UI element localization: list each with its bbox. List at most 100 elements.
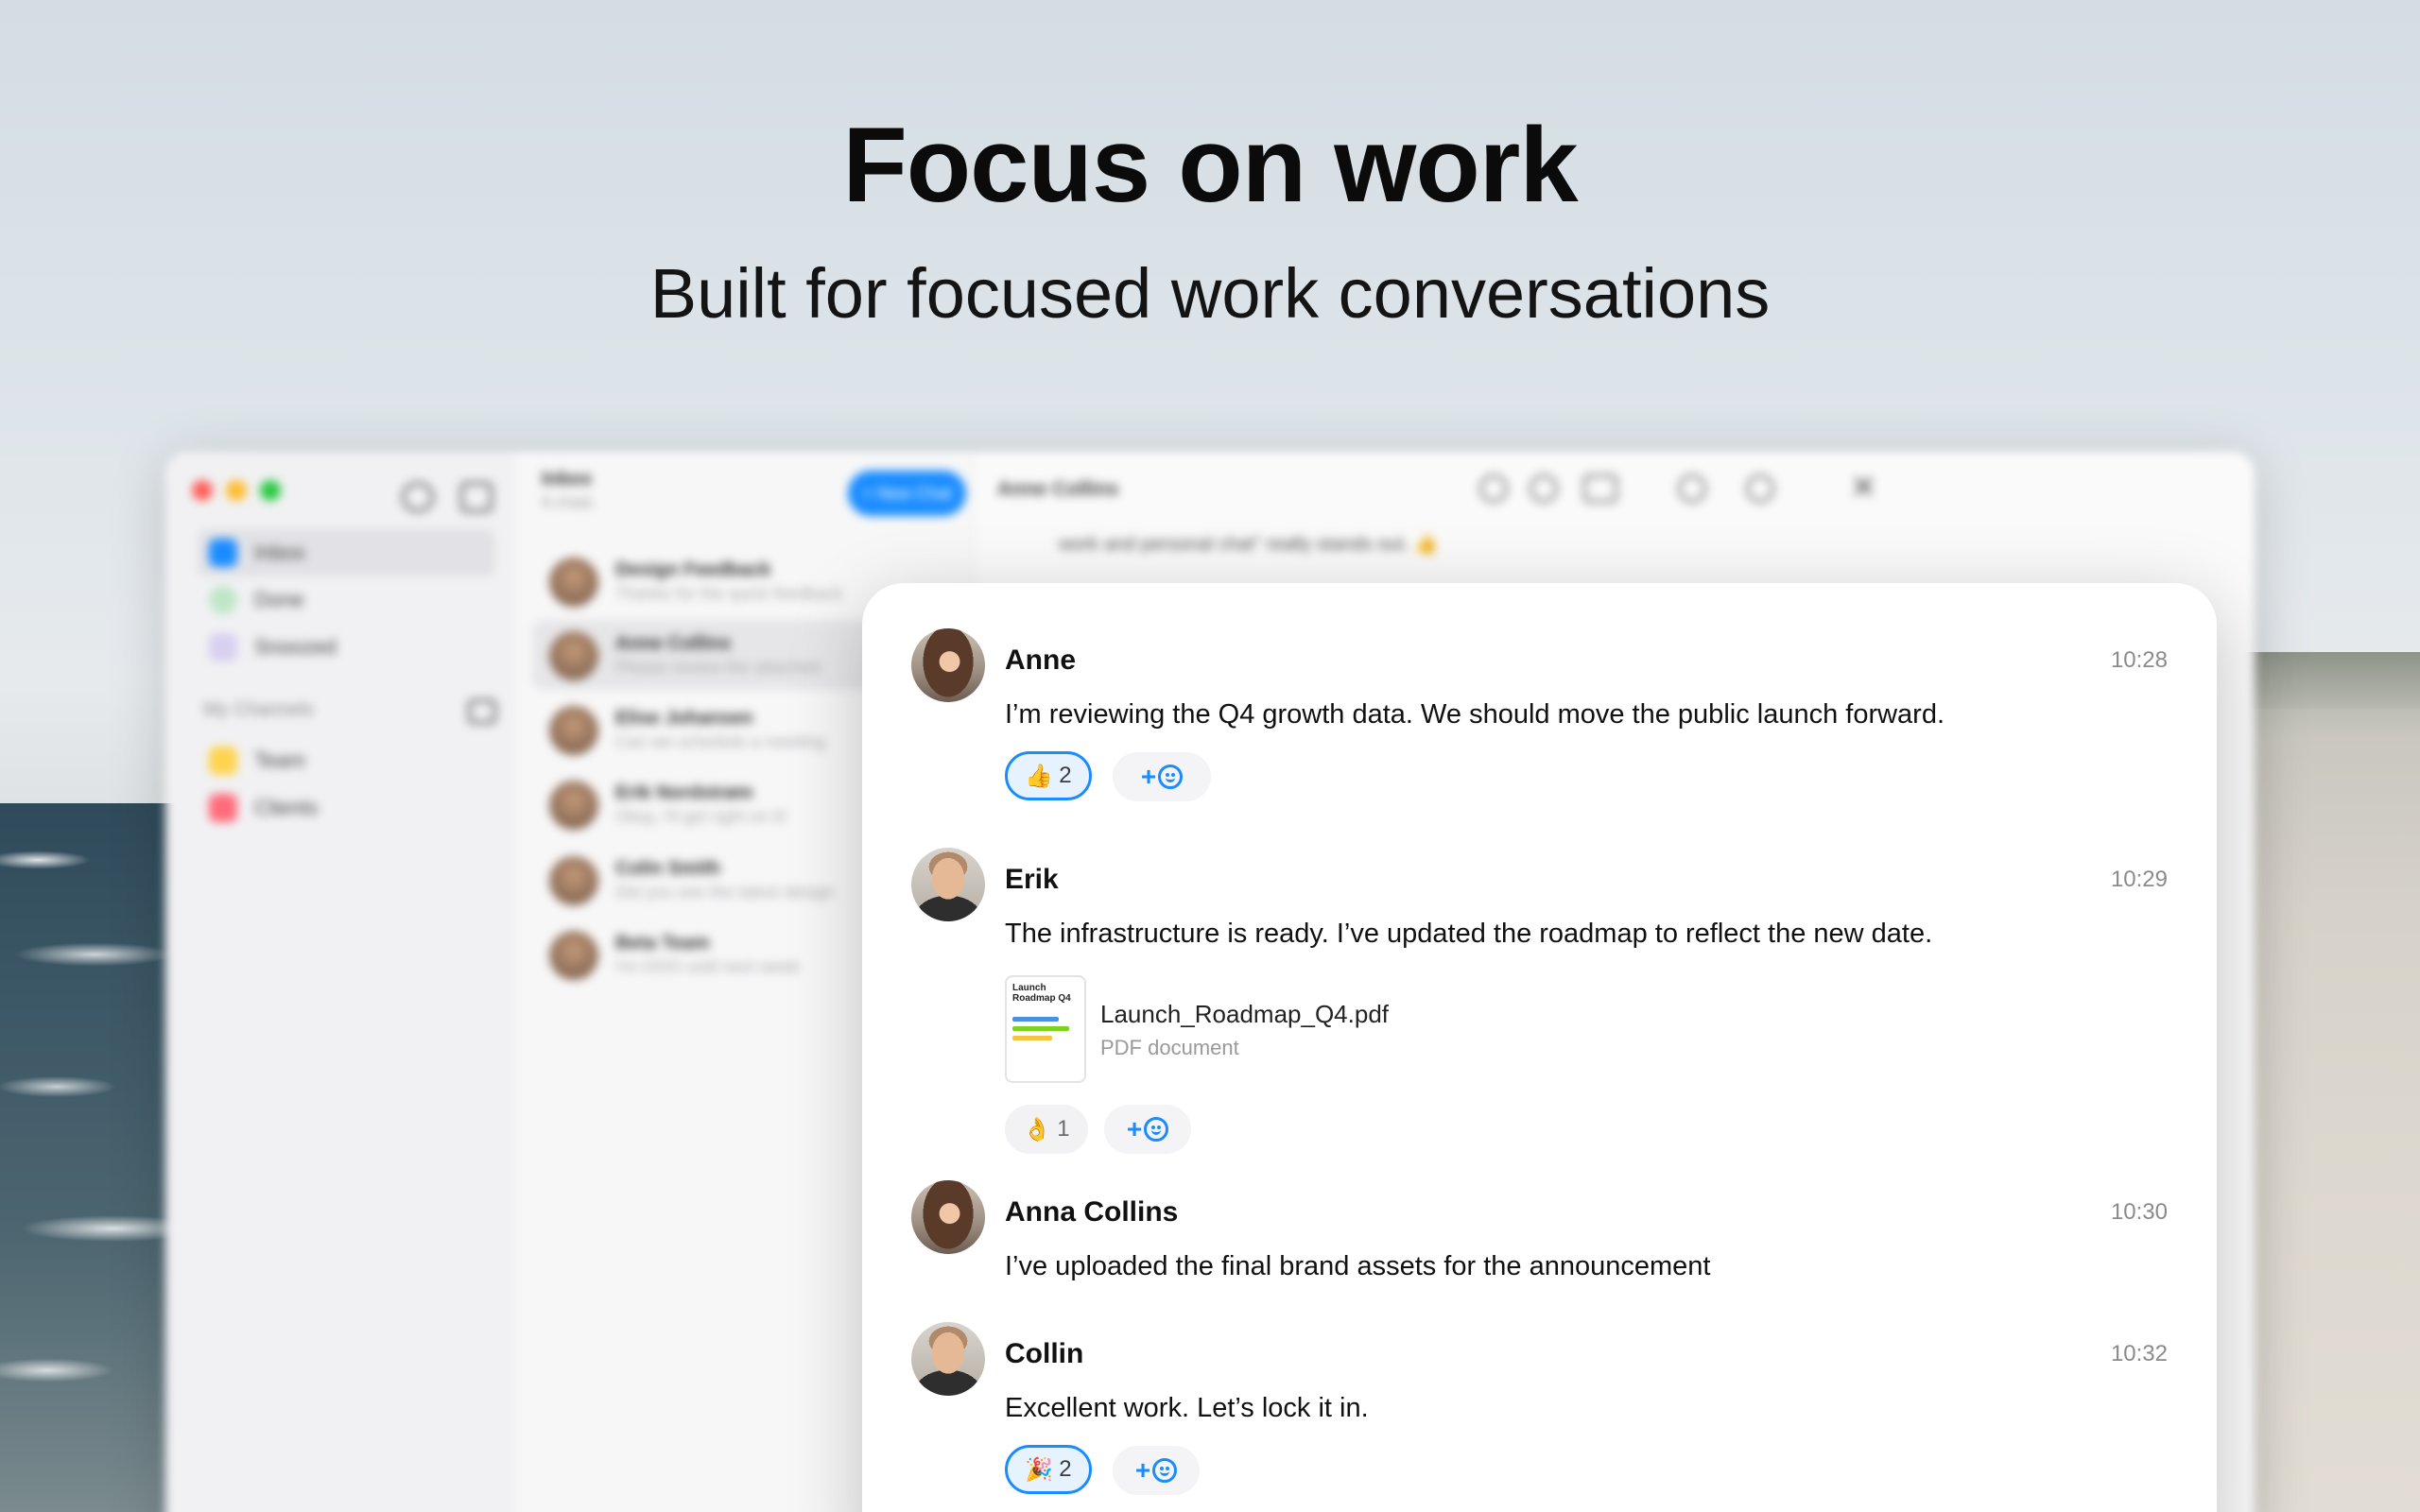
inbox-icon (209, 539, 237, 567)
done-icon (209, 586, 237, 614)
reaction-ok-hand[interactable]: 👌 1 (1005, 1105, 1088, 1154)
conversation-snippet: work and personal chat" really stands ou… (1059, 534, 1439, 555)
add-reaction-button[interactable]: + (1104, 1105, 1191, 1154)
ok-hand-icon: 👌 (1023, 1116, 1052, 1143)
sidebar-item-label: Snoozed (254, 635, 337, 659)
file-name: Launch_Roadmap_Q4.pdf (1100, 1000, 1390, 1028)
avatar (549, 931, 598, 980)
reaction-count: 2 (1059, 1456, 1072, 1482)
smile-icon (1158, 765, 1184, 789)
thumb-bar (1012, 1017, 1059, 1022)
sidebar-item-done[interactable]: Done (198, 576, 495, 624)
new-channel-icon[interactable] (468, 699, 496, 724)
snoozed-icon (209, 633, 237, 662)
chat-preview: I'm OOO until next week (615, 957, 800, 976)
sidebar-item-label: Clients (254, 796, 319, 819)
message-time: 10:32 (2110, 1341, 2168, 1366)
conversation-title: Anne Collins (997, 478, 1119, 500)
check-icon[interactable] (1479, 474, 1508, 503)
thumbs-up-icon: 👍 (1025, 763, 1054, 789)
sidebar: Inbox Done Snoozed My Channels Team Clie… (165, 452, 516, 1512)
message-text: The infrastructure is ready. I’ve update… (1005, 919, 1933, 949)
file-thumbnail-title: Launch Roadmap Q4 (1012, 983, 1071, 1004)
chat-preview: Did you see the latest design (615, 883, 835, 902)
smile-icon (1144, 1117, 1169, 1142)
message: Anne 10:28 I’m reviewing the Q4 growth d… (911, 628, 2168, 817)
file-type: PDF document (1100, 1036, 1239, 1059)
chat-list-count: 6 chats (542, 493, 594, 511)
file-attachment[interactable]: Launch Roadmap Q4 Launch_Roadmap_Q4.pdf … (1005, 975, 1496, 1085)
avatar (549, 558, 598, 607)
message: Erik 10:29 The infrastructure is ready. … (911, 848, 2168, 1154)
sidebar-item-label: Team (254, 748, 305, 772)
add-reaction-button[interactable]: + (1113, 1446, 1200, 1495)
chat-name: Colin Smith (615, 858, 721, 879)
close-icon[interactable]: ✕ (1850, 469, 1877, 507)
profile-icon[interactable] (402, 482, 434, 512)
avatar (549, 631, 598, 680)
info-icon[interactable] (1678, 474, 1706, 503)
file-thumbnail: Launch Roadmap Q4 (1005, 975, 1086, 1083)
message: Collin 10:32 Excellent work. Let’s lock … (911, 1322, 2168, 1511)
chat-card: Anne 10:28 I’m reviewing the Q4 growth d… (862, 583, 2217, 1512)
sidebar-item-inbox[interactable]: Inbox (198, 529, 495, 576)
thumb-bar (1012, 1036, 1052, 1040)
close-window-button[interactable] (192, 480, 213, 501)
chat-preview: Can we schedule a meeting (615, 732, 826, 751)
sidebar-item-team[interactable]: Team (198, 737, 495, 784)
avatar (549, 856, 598, 905)
add-reaction-button[interactable]: + (1113, 752, 1211, 801)
thumb-bar (1012, 1026, 1069, 1031)
message-time: 10:30 (2110, 1199, 2168, 1225)
sender-name: Erik (1005, 864, 1059, 895)
chat-name: Anne Collins (615, 633, 732, 654)
smile-icon (1152, 1458, 1178, 1483)
sidebar-section-title: My Channels (203, 699, 314, 720)
clients-icon (209, 794, 237, 822)
avatar (549, 781, 598, 830)
sidebar-item-label: Done (254, 588, 304, 611)
sidebar-item-clients[interactable]: Clients (198, 784, 495, 832)
chat-name: Erik Nordstrøm (615, 782, 753, 803)
sidebar-item-snoozed[interactable]: Snoozed (198, 624, 495, 671)
window-controls (192, 480, 281, 501)
subheadline: Built for focused work conversations (649, 254, 1771, 333)
sidebar-toggle-icon[interactable] (460, 482, 493, 512)
avatar (911, 1322, 985, 1396)
avatar (911, 628, 985, 702)
team-icon (209, 747, 237, 775)
add-reaction-plus: + (1140, 762, 1157, 791)
sender-name: Collin (1005, 1338, 1084, 1369)
new-chat-button[interactable]: + New Chat (848, 471, 966, 516)
chat-preview: Please review the attached (615, 658, 821, 677)
party-popper-icon: 🎉 (1025, 1456, 1054, 1483)
reaction-count: 1 (1057, 1116, 1070, 1142)
message: Anna Collins 10:30 I’ve uploaded the fin… (911, 1180, 2168, 1294)
search-icon[interactable] (1746, 474, 1774, 503)
clock-icon[interactable] (1530, 474, 1558, 503)
page: Focus on work Built for focused work con… (0, 0, 2420, 1512)
avatar (549, 706, 598, 755)
chat-preview: Thanks for the quick feedback (615, 584, 843, 603)
avatar (911, 848, 985, 921)
reaction-count: 2 (1059, 763, 1072, 788)
sender-name: Anna Collins (1005, 1196, 1179, 1228)
message-text: I’ve uploaded the final brand assets for… (1005, 1251, 1711, 1281)
chat-name: Design Feedback (615, 559, 771, 580)
message-text: Excellent work. Let’s lock it in. (1005, 1393, 1369, 1423)
folder-icon[interactable] (1583, 474, 1617, 503)
avatar (911, 1180, 985, 1254)
message-time: 10:29 (2110, 867, 2168, 892)
add-reaction-plus: + (1126, 1114, 1143, 1143)
headline: Focus on work (842, 106, 1578, 224)
message-text: I’m reviewing the Q4 growth data. We sho… (1005, 699, 1945, 730)
chat-preview: Okay, I'll get right on it! (615, 807, 787, 826)
reaction-party[interactable]: 🎉 2 (1005, 1445, 1092, 1494)
chat-name: Beta Team (615, 933, 710, 954)
zoom-window-button[interactable] (260, 480, 281, 501)
sidebar-item-label: Inbox (254, 541, 305, 564)
add-reaction-plus: + (1134, 1455, 1151, 1485)
message-time: 10:28 (2110, 647, 2168, 673)
reaction-thumbs-up[interactable]: 👍 2 (1005, 751, 1092, 800)
minimize-window-button[interactable] (226, 480, 247, 501)
